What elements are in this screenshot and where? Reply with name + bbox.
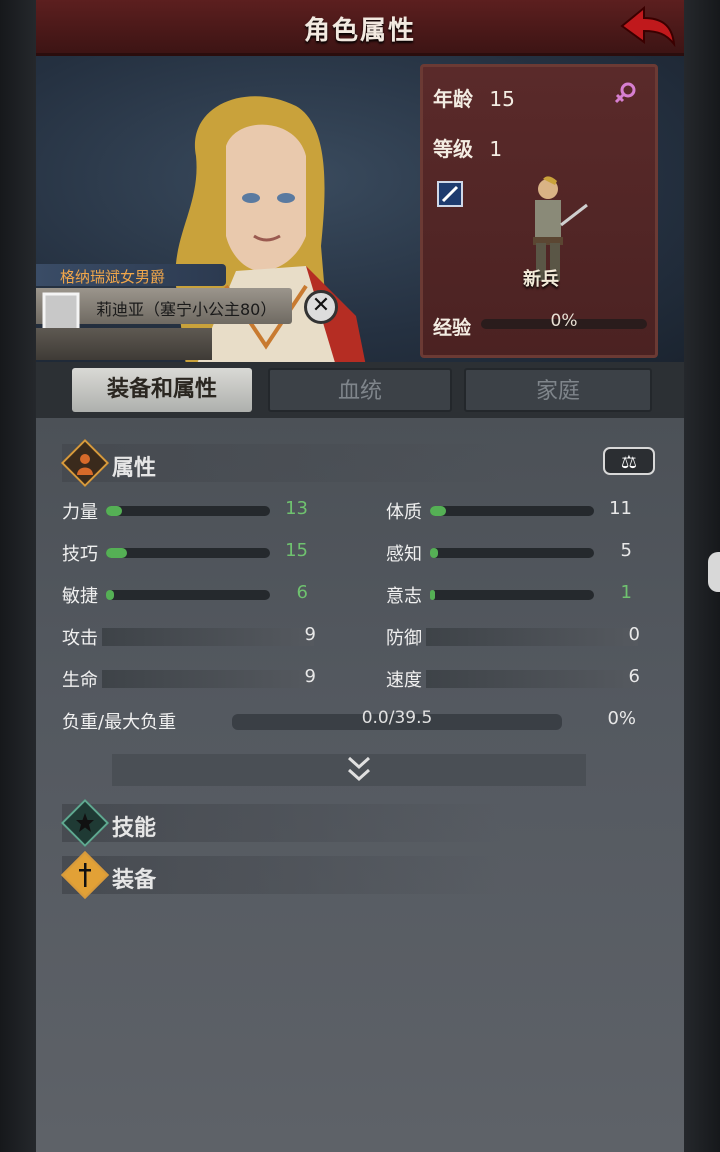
title-banner: 格纳瑞斌女男爵 <box>36 264 226 286</box>
load-percent-row: 0% <box>596 708 638 736</box>
character-name: 莉迪亚（塞宁小公主80） <box>96 300 277 319</box>
stat-defense: 防御 0 <box>386 624 646 652</box>
stat-willpower: 意志 1 <box>386 582 636 610</box>
stat-agility: 敏捷 6 <box>62 582 312 610</box>
stat-speed: 速度 6 <box>386 666 646 694</box>
star-icon <box>76 813 94 832</box>
stat-value: 6 <box>296 582 308 603</box>
svg-text:⚖: ⚖ <box>621 452 637 473</box>
side-drawer-handle[interactable] <box>708 552 720 592</box>
noble-title: 格纳瑞斌女男爵 <box>60 268 166 286</box>
skills-section-header[interactable]: 技能 <box>60 798 502 848</box>
stat-skill: 技巧 15 <box>62 540 312 568</box>
stat-value: 11 <box>609 498 632 519</box>
dismiss-character-button[interactable]: ✕ <box>304 290 338 324</box>
compare-stats-icon[interactable]: ⚖ <box>602 444 656 478</box>
load-value: 0.0/39.5 <box>361 708 433 728</box>
unit-info-panel: 年龄 15 等级 1 新兵 经验 0% <box>420 64 658 358</box>
sword-icon <box>79 863 91 887</box>
stat-bar <box>430 548 594 558</box>
stat-label: 速度 <box>386 670 422 691</box>
stat-value: 13 <box>285 498 308 519</box>
stat-bar <box>106 506 270 516</box>
header-bar: 角色属性 <box>36 0 684 56</box>
stat-constitution: 体质 11 <box>386 498 636 526</box>
stat-label: 体质 <box>386 502 422 523</box>
tab-bloodline[interactable]: 血统 <box>268 368 452 412</box>
tab-family[interactable]: 家庭 <box>464 368 652 412</box>
age-value: 15 <box>489 87 515 111</box>
stat-bar <box>430 590 594 600</box>
sword-class-icon[interactable] <box>437 181 463 207</box>
stat-bar-fill <box>430 548 439 558</box>
xp-value: 0% <box>550 311 578 331</box>
name-plate-shadow <box>36 328 212 360</box>
attributes-label: 属性 <box>112 456 157 481</box>
stat-bar-fill <box>106 590 115 600</box>
equipment-section-header[interactable]: 装备 <box>60 850 502 900</box>
page-title: 角色属性 <box>303 16 416 46</box>
left-frame-border <box>0 0 36 1152</box>
stat-label: 防御 <box>386 628 422 649</box>
stat-health: 生命 9 <box>62 666 322 694</box>
tab-bar: 装备和属性 血统 家庭 <box>36 362 684 418</box>
chevron-down-icon[interactable] <box>346 754 372 784</box>
stat-bar-fill <box>430 590 435 600</box>
right-frame-border <box>684 0 720 1152</box>
stat-label: 技巧 <box>62 544 98 565</box>
stat-perception: 感知 5 <box>386 540 636 568</box>
stat-bar-fill <box>430 506 447 516</box>
stat-label: 感知 <box>386 544 422 565</box>
stat-bar-fill <box>106 548 128 558</box>
load-percent: 0% <box>607 708 636 729</box>
stat-label: 力量 <box>62 502 98 523</box>
stat-value: 6 <box>628 666 640 687</box>
stat-label: 敏捷 <box>62 586 98 607</box>
back-arrow-icon[interactable] <box>618 4 678 50</box>
stat-value: 9 <box>304 624 316 645</box>
stat-value: 15 <box>285 540 308 561</box>
stat-bar <box>430 506 594 516</box>
xp-label: 经验 <box>433 317 472 339</box>
stat-bar <box>106 590 270 600</box>
stat-label: 攻击 <box>62 628 98 649</box>
tab-equipment-attributes[interactable]: 装备和属性 <box>72 368 252 412</box>
stat-strength: 力量 13 <box>62 498 312 526</box>
stat-value: 9 <box>304 666 316 687</box>
stat-bar <box>106 548 270 558</box>
unit-type-label: 新兵 <box>523 269 559 290</box>
age-row: 年龄 15 <box>433 83 515 112</box>
stats-panel: 属性 ⚖ 力量 13 技巧 15 敏捷 6 体质 11 感知 5 意志 1 攻击 <box>36 418 684 1152</box>
stat-value: 5 <box>620 540 632 561</box>
load-label: 负重/最大负重 <box>62 712 177 733</box>
character-hero-area: 格纳瑞斌女男爵 莉迪亚（塞宁小公主80） ✕ 年龄 15 等级 1 新兵 经验 … <box>36 56 684 362</box>
level-value: 1 <box>489 137 503 161</box>
stat-bar-fill <box>106 506 123 516</box>
stat-value: 0 <box>628 624 640 645</box>
stat-label: 生命 <box>62 670 98 691</box>
equipment-label: 装备 <box>112 868 157 893</box>
level-label: 等级 <box>433 137 473 161</box>
skills-label: 技能 <box>112 816 157 841</box>
attributes-section-header[interactable]: 属性 <box>60 438 502 488</box>
stat-value: 1 <box>620 582 632 603</box>
stat-attack: 攻击 9 <box>62 624 322 652</box>
level-row: 等级 1 <box>433 133 502 162</box>
stat-label: 意志 <box>386 586 422 607</box>
age-label: 年龄 <box>433 87 473 111</box>
person-icon <box>77 454 93 475</box>
female-gender-icon <box>614 82 636 104</box>
